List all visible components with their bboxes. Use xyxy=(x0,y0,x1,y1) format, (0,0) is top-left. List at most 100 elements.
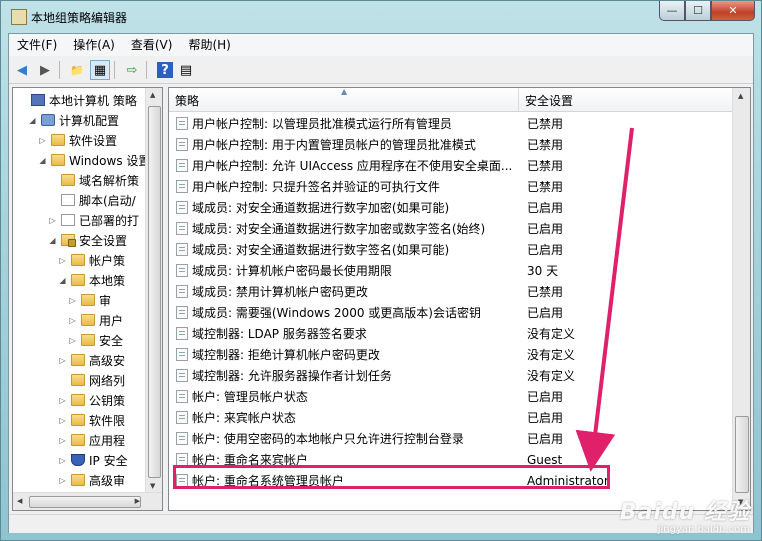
forward-arrow-icon[interactable]: ▶ xyxy=(35,60,55,80)
menu-help[interactable]: 帮助(H) xyxy=(180,34,238,56)
properties-icon[interactable]: ▤ xyxy=(176,60,196,80)
back-arrow-icon[interactable]: ◀ xyxy=(12,60,32,80)
tree-node-label: 网络列 xyxy=(89,373,126,388)
policy-row[interactable]: 域控制器: LDAP 服务器签名要求 没有定义 xyxy=(169,323,739,344)
collapsed-chevron-icon[interactable]: ▷ xyxy=(57,356,68,365)
menu-view[interactable]: 查看(V) xyxy=(123,34,181,56)
tree-node[interactable]: ▷ 高级安 xyxy=(57,350,125,370)
policy-row[interactable]: 用户帐户控制: 只提升签名并验证的可执行文件 已禁用 xyxy=(169,176,739,197)
expanded-chevron-icon[interactable]: ◢ xyxy=(57,276,68,285)
policy-row[interactable]: 域成员: 需要强(Windows 2000 或更高版本)会话密钥 已启用 xyxy=(169,302,739,323)
minimize-button[interactable]: — xyxy=(659,1,685,21)
close-button[interactable]: ✕ xyxy=(711,1,755,21)
collapsed-chevron-icon[interactable]: ▷ xyxy=(57,396,68,405)
show-tree-icon[interactable]: ▦ xyxy=(90,60,110,80)
policy-row[interactable]: 域控制器: 拒绝计算机帐户密码更改 没有定义 xyxy=(169,344,739,365)
tree-node[interactable]: ▷ IP 安全 xyxy=(57,450,128,470)
column-security-setting[interactable]: 安全设置 xyxy=(519,88,739,111)
scroll-down-icon[interactable]: ▼ xyxy=(150,482,155,490)
collapsed-chevron-icon[interactable]: ▷ xyxy=(57,256,68,265)
policy-row[interactable]: 域成员: 对安全通道数据进行数字加密或数字签名(始终) 已启用 xyxy=(169,218,739,239)
up-folder-icon[interactable]: 📁 xyxy=(67,60,87,80)
expanded-chevron-icon[interactable]: ◢ xyxy=(27,116,38,125)
folder-icon xyxy=(81,294,95,306)
folder-icon xyxy=(71,354,85,366)
policy-row[interactable]: 用户帐户控制: 以管理员批准模式运行所有管理员 已禁用 xyxy=(169,113,739,134)
collapsed-chevron-icon[interactable]: ▷ xyxy=(67,296,78,305)
policy-row[interactable]: 域成员: 计算机帐户密码最长使用期限 30 天 xyxy=(169,260,739,281)
tree-node[interactable]: ◢ 本地策 xyxy=(57,270,125,290)
scroll-up-icon[interactable]: ▲ xyxy=(738,92,743,100)
collapsed-chevron-icon[interactable]: ▷ xyxy=(67,336,78,345)
tree-node[interactable]: ▷ 应用程 xyxy=(57,430,125,450)
tree-horizontal-scrollbar[interactable]: ◀ ▶ xyxy=(13,492,162,510)
collapsed-chevron-icon[interactable]: ▷ xyxy=(57,416,68,425)
collapsed-chevron-icon[interactable]: ▷ xyxy=(67,316,78,325)
collapsed-chevron-icon[interactable]: ▷ xyxy=(57,476,68,485)
export-list-icon[interactable]: ⇨ xyxy=(122,60,142,80)
policy-setting: 没有定义 xyxy=(527,369,576,383)
menu-file[interactable]: 文件(F) xyxy=(9,34,65,56)
policy-row[interactable]: 帐户: 重命名来宾帐户 Guest xyxy=(169,449,739,470)
tree-node[interactable]: ◢ Windows 设置 xyxy=(37,150,150,170)
tree-node-label: 公钥策 xyxy=(89,393,126,408)
scroll-left-icon[interactable]: ◀ xyxy=(17,497,22,505)
policy-row[interactable]: 帐户: 管理员帐户状态 已启用 xyxy=(169,386,739,407)
tree-node[interactable]: 脚本(启动/ xyxy=(47,190,136,210)
policy-row[interactable]: 用户帐户控制: 用于内置管理员帐户的管理员批准模式 已禁用 xyxy=(169,134,739,155)
policy-icon xyxy=(176,180,188,193)
tree-hscroll-thumb[interactable] xyxy=(29,496,141,508)
policy-icon xyxy=(176,390,188,403)
policy-row[interactable]: 帐户: 使用空密码的本地帐户只允许进行控制台登录 已启用 xyxy=(169,428,739,449)
menu-bar: 文件(F) 操作(A) 查看(V) 帮助(H) xyxy=(9,34,753,56)
scroll-right-icon[interactable]: ▶ xyxy=(135,497,140,505)
tree-node[interactable]: 网络列 xyxy=(57,370,125,390)
collapsed-chevron-icon[interactable]: ▷ xyxy=(37,136,48,145)
policy-setting: 已禁用 xyxy=(527,159,564,173)
expanded-chevron-icon[interactable]: ◢ xyxy=(47,236,58,245)
tree-node[interactable]: ▷ 安全 xyxy=(67,330,123,350)
collapsed-chevron-icon[interactable]: ▷ xyxy=(57,456,68,465)
policy-setting: 已禁用 xyxy=(527,285,564,299)
tree-node[interactable]: ▷ 高级审 xyxy=(57,470,125,490)
tree-node-label: 安全 xyxy=(99,333,124,348)
policy-row[interactable]: 域控制器: 允许服务器操作者计划任务 没有定义 xyxy=(169,365,739,386)
tree-node[interactable]: ▷ 公钥策 xyxy=(57,390,125,410)
navigation-tree[interactable]: 本地计算机 策略 ◢ 计算机配置 ▷ 软件设置 ◢ Windows 设置 域名解析策 脚本(启动… xyxy=(12,87,163,511)
tree-vertical-scrollbar[interactable]: ▲ ▼ xyxy=(145,88,162,493)
policy-list[interactable]: 策略 ▲ 安全设置 用户帐户控制: 以管理员批准模式运行所有管理员 已禁用 用户帐户… xyxy=(168,87,751,511)
tree-node[interactable]: ▷ 帐户策 xyxy=(57,250,125,270)
policy-icon xyxy=(176,159,188,172)
tree-node[interactable]: ◢ 安全设置 xyxy=(47,230,127,250)
policy-row[interactable]: 帐户: 来宾帐户状态 已启用 xyxy=(169,407,739,428)
tree-node[interactable]: ▷ 审 xyxy=(67,290,111,310)
list-vertical-scrollbar[interactable]: ▲ ▼ xyxy=(732,88,750,510)
menu-action[interactable]: 操作(A) xyxy=(65,34,123,56)
policy-row[interactable]: 用户帐户控制: 允许 UIAccess 应用程序在不使用安全桌面... 已禁用 xyxy=(169,155,739,176)
tree-node[interactable]: ◢ 计算机配置 xyxy=(27,110,119,130)
list-scroll-thumb[interactable] xyxy=(735,416,749,493)
tree-node[interactable]: ▷ 软件设置 xyxy=(37,130,117,150)
policy-row[interactable]: 域成员: 对安全通道数据进行数字加密(如果可能) 已启用 xyxy=(169,197,739,218)
tree-node[interactable]: ▷ 用户 xyxy=(67,310,123,330)
collapsed-chevron-icon[interactable]: ▷ xyxy=(47,216,58,225)
scroll-up-icon[interactable]: ▲ xyxy=(150,91,155,99)
tree-scroll-thumb[interactable] xyxy=(148,106,161,478)
tree-node[interactable]: ▷ 软件限 xyxy=(57,410,125,430)
policy-row[interactable]: 域成员: 对安全通道数据进行数字签名(如果可能) 已启用 xyxy=(169,239,739,260)
tree-node[interactable]: 域名解析策 xyxy=(47,170,139,190)
expanded-chevron-icon[interactable]: ◢ xyxy=(37,156,48,165)
help-icon[interactable]: ? xyxy=(157,62,173,78)
title-bar[interactable]: 本地组策略编辑器 — ☐ ✕ xyxy=(1,1,761,33)
tree-node[interactable]: 本地计算机 策略 xyxy=(17,90,137,110)
collapsed-chevron-icon[interactable]: ▷ xyxy=(57,436,68,445)
policy-icon xyxy=(176,138,188,151)
policy-icon xyxy=(176,285,188,298)
policy-row[interactable]: 帐户: 重命名系统管理员帐户 Administrator xyxy=(169,470,739,491)
watermark-logo: Baidu 经验 xyxy=(619,500,750,525)
policy-setting: 已启用 xyxy=(527,222,564,236)
tree-node[interactable]: ▷ 已部署的打 xyxy=(47,210,139,230)
maximize-button[interactable]: ☐ xyxy=(685,1,711,21)
tree-node-label: IP 安全 xyxy=(89,453,128,468)
policy-row[interactable]: 域成员: 禁用计算机帐户密码更改 已禁用 xyxy=(169,281,739,302)
